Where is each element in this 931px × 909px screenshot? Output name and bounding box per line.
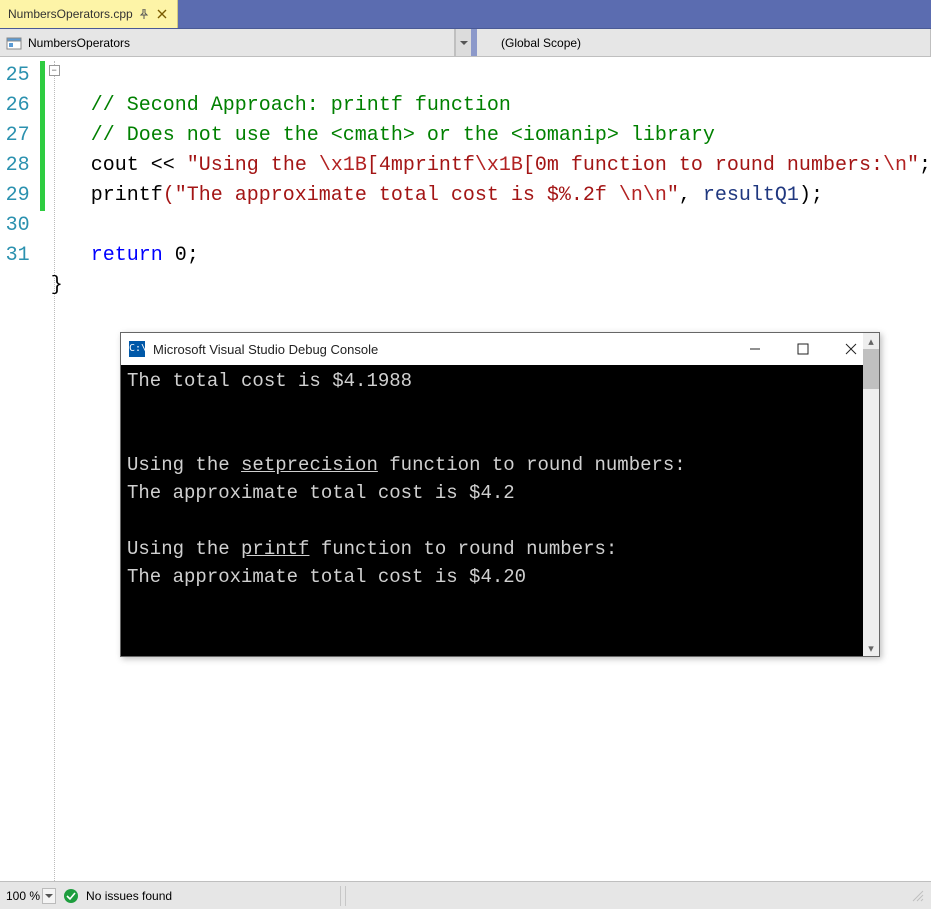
console-titlebar[interactable]: C:\ Microsoft Visual Studio Debug Consol… — [121, 333, 879, 365]
console-line: Using the printf function to round numbe… — [127, 535, 873, 563]
console-icon: C:\ — [129, 341, 145, 357]
status-splitter-icon[interactable] — [340, 886, 346, 906]
check-icon — [64, 889, 78, 903]
scroll-down-icon[interactable]: ▾ — [863, 640, 879, 656]
pin-icon[interactable] — [139, 9, 149, 19]
line-number: 29 — [0, 181, 30, 211]
scope-project-label: NumbersOperators — [28, 36, 130, 50]
issues-label: No issues found — [86, 889, 172, 903]
code-brace: } — [51, 274, 63, 297]
scope-bar: NumbersOperators (Global Scope) — [0, 29, 931, 57]
debug-console-window[interactable]: C:\ Microsoft Visual Studio Debug Consol… — [120, 332, 880, 657]
line-number-gutter: 25 26 27 28 29 30 31 — [0, 57, 40, 881]
tab-numbersoperators[interactable]: NumbersOperators.cpp — [0, 0, 178, 28]
scope-project-dropdown[interactable] — [455, 29, 471, 56]
scope-global-label: (Global Scope) — [501, 36, 581, 50]
resize-grip-icon — [911, 889, 925, 903]
console-line — [127, 507, 873, 535]
code-editor[interactable]: 25 26 27 28 29 30 31 − // Second Approac… — [0, 57, 931, 881]
console-line: The total cost is $4.1988 — [127, 367, 873, 395]
line-number: 25 — [0, 61, 30, 91]
project-icon — [6, 35, 22, 51]
tab-filename: NumbersOperators.cpp — [8, 7, 133, 21]
console-line: Using the setprecision function to round… — [127, 451, 873, 479]
close-icon[interactable] — [155, 7, 169, 21]
console-line: The approximate total cost is $4.20 — [127, 563, 873, 591]
tab-bar: NumbersOperators.cpp — [0, 0, 931, 29]
scope-global[interactable]: (Global Scope) — [477, 29, 931, 56]
console-output[interactable]: The total cost is $4.1988 Using the setp… — [121, 365, 879, 656]
status-bar: 100 % No issues found — [0, 881, 931, 909]
zoom-label: 100 % — [6, 889, 40, 903]
console-title: Microsoft Visual Studio Debug Console — [153, 342, 727, 357]
fold-gutter: − — [45, 57, 51, 881]
line-number: 31 — [0, 241, 30, 271]
console-line — [127, 423, 873, 451]
scroll-up-icon[interactable]: ▴ — [863, 333, 879, 349]
console-line: The approximate total cost is $4.2 — [127, 479, 873, 507]
zoom-level[interactable]: 100 % — [6, 888, 56, 904]
scroll-thumb[interactable] — [863, 349, 879, 389]
line-number: 26 — [0, 91, 30, 121]
line-number: 30 — [0, 211, 30, 241]
fold-toggle-icon[interactable]: − — [49, 65, 60, 76]
console-scrollbar[interactable]: ▴ ▾ — [863, 333, 879, 656]
code-comment: // Second Approach: printf function — [51, 91, 511, 121]
maximize-button[interactable] — [783, 337, 823, 361]
minimize-button[interactable] — [735, 337, 775, 361]
zoom-dropdown-icon[interactable] — [42, 888, 56, 904]
line-number: 28 — [0, 151, 30, 181]
scope-project[interactable]: NumbersOperators — [0, 29, 455, 56]
console-line — [127, 395, 873, 423]
line-number: 27 — [0, 121, 30, 151]
code-comment: // Does not use the <cmath> or the <ioma… — [51, 121, 715, 151]
